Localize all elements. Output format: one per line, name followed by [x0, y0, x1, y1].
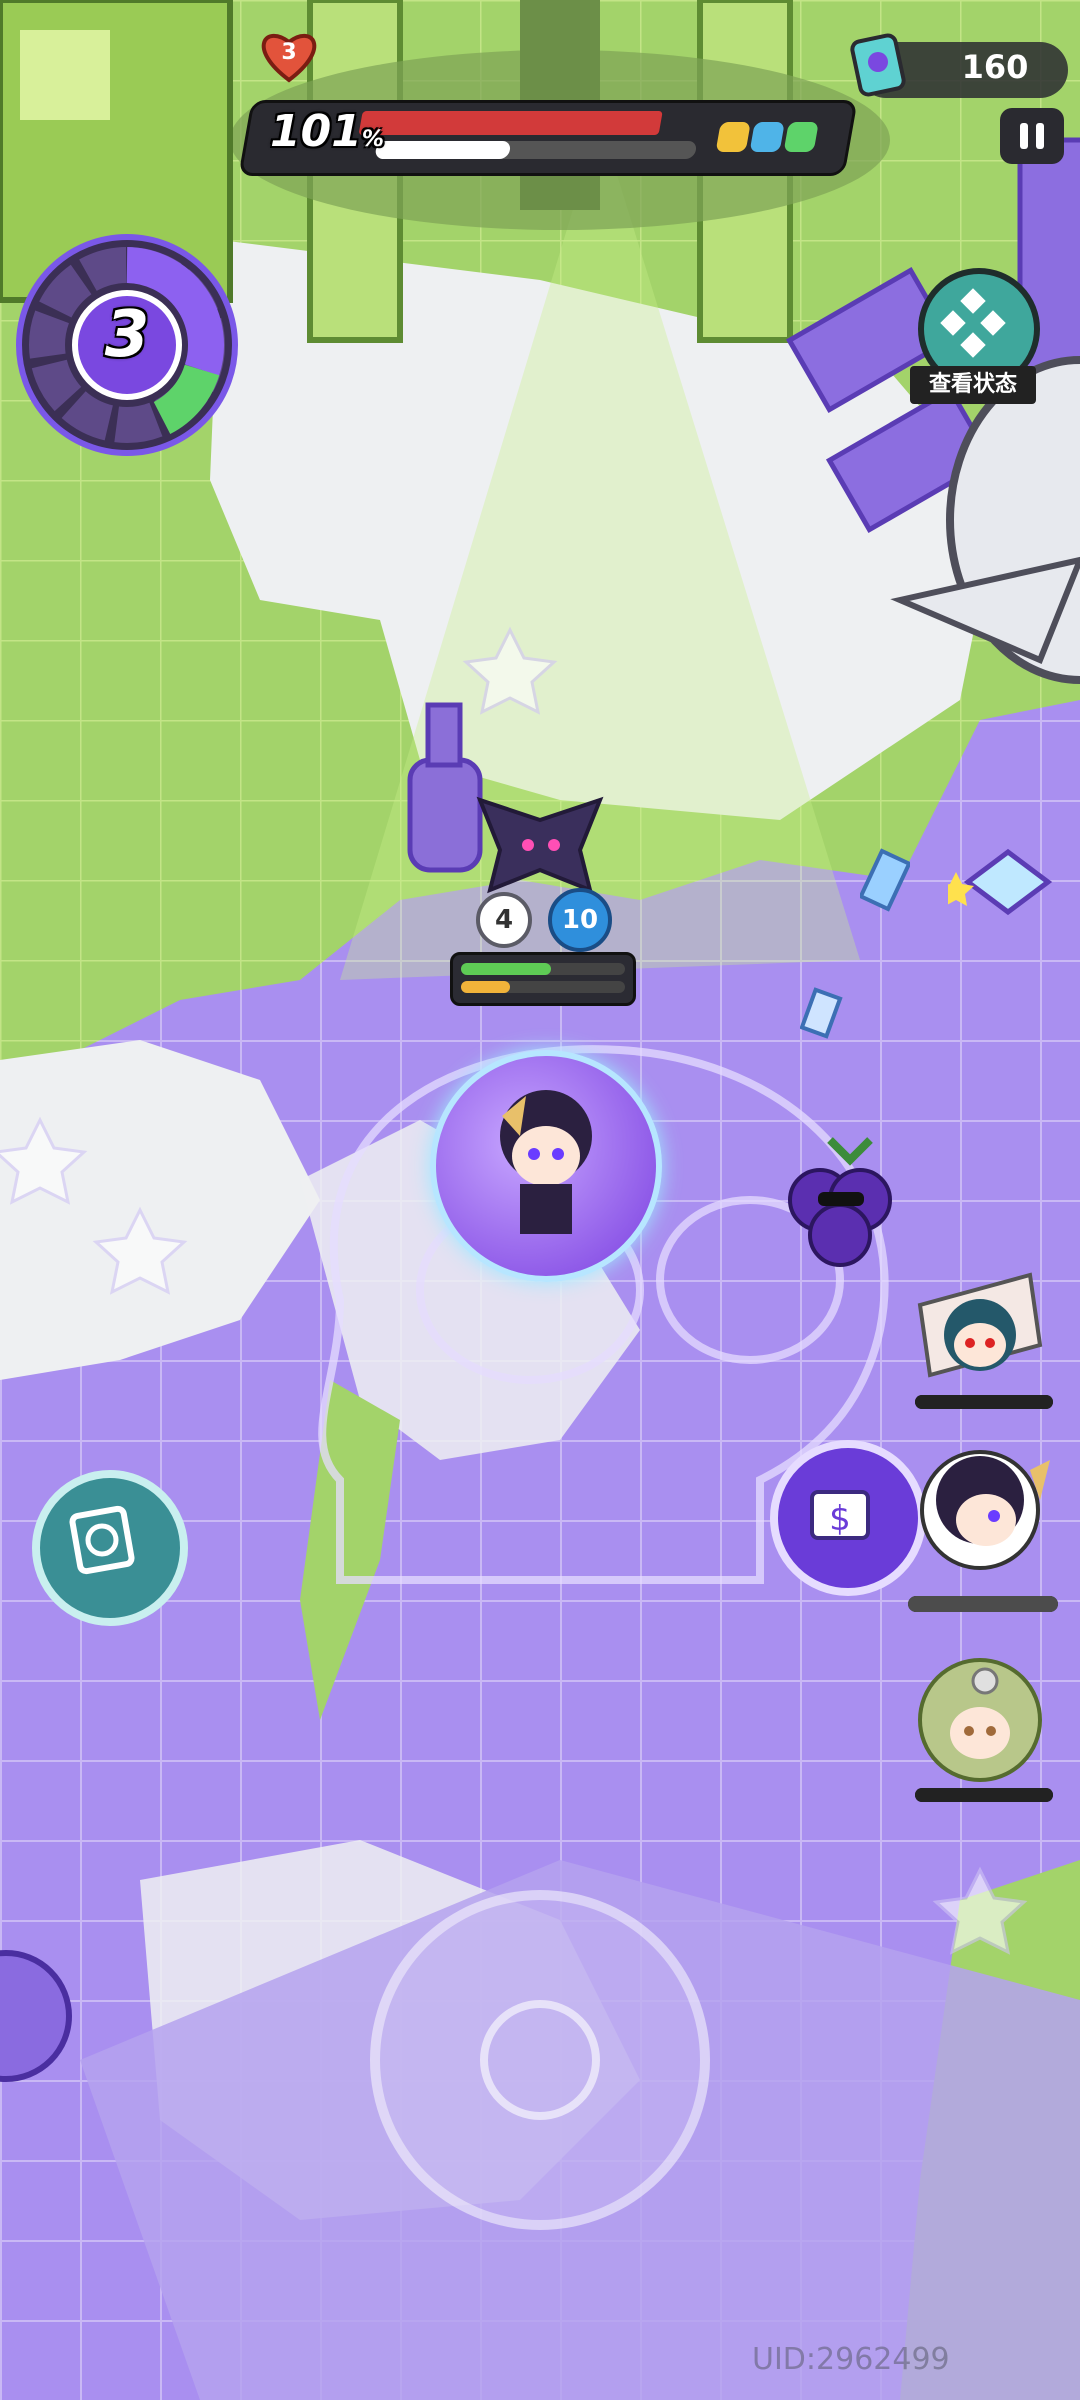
- puzzle-icons: [714, 115, 832, 159]
- diamond-grid-icon: [940, 288, 1006, 358]
- enemy-hp-fill: [461, 963, 552, 975]
- gift-box-icon: $: [810, 1490, 870, 1540]
- character-portrait: [918, 1658, 1042, 1782]
- wave-dial: 3: [12, 230, 242, 460]
- player-shield: [430, 1050, 662, 1282]
- skill-button-left[interactable]: [32, 1470, 188, 1626]
- lives-badge: 3: [256, 24, 322, 84]
- character-portrait: [917, 1272, 1043, 1378]
- pause-icon: [1020, 123, 1028, 149]
- party-hp-bar-3: [915, 1788, 1053, 1802]
- progress-percent-value: 101: [270, 106, 362, 157]
- ticket-icon: [848, 32, 908, 98]
- joystick-thumb[interactable]: [480, 2000, 600, 2120]
- crystal-pickup[interactable]: [938, 842, 1058, 922]
- enemy-bar-frame: [450, 952, 636, 1006]
- currency-value: 160: [961, 48, 1029, 86]
- enemy-cast-fill: [461, 981, 511, 993]
- party-portrait-2[interactable]: [890, 1440, 1060, 1590]
- character-portrait: [920, 1450, 1050, 1570]
- party-hp-bar-1: [915, 1395, 1053, 1409]
- charge-fill: [374, 141, 512, 159]
- card-pickup-2: [799, 985, 846, 1045]
- svg-text:$: $: [829, 1499, 851, 1539]
- virtual-joystick[interactable]: [370, 1890, 710, 2230]
- progress-percent: 101%: [270, 106, 384, 157]
- party-hp-bar-2: [908, 1596, 1058, 1612]
- wave-number: 3: [104, 298, 150, 372]
- game-viewport[interactable]: 4 10 3 3 101% 160 查看状态 $ UID:2962499: [0, 0, 1080, 2400]
- pause-button[interactable]: [1000, 108, 1064, 164]
- skill-card-icon: [69, 1505, 135, 1575]
- uid-label: UID:2962499: [752, 2342, 950, 2377]
- grape-enemy[interactable]: [780, 1130, 900, 1270]
- progress-percent-suffix: %: [361, 127, 384, 152]
- boss-hp-fill: [358, 111, 663, 135]
- party-portrait-3[interactable]: [905, 1645, 1055, 1795]
- enemy-counter-right: 10: [548, 888, 612, 952]
- enemy-counter-left: 4: [476, 892, 532, 948]
- party-portrait-1[interactable]: [910, 1265, 1050, 1405]
- status-button-label[interactable]: 查看状态: [910, 366, 1036, 404]
- card-pickup: [858, 845, 912, 915]
- lives-count: 3: [281, 40, 297, 65]
